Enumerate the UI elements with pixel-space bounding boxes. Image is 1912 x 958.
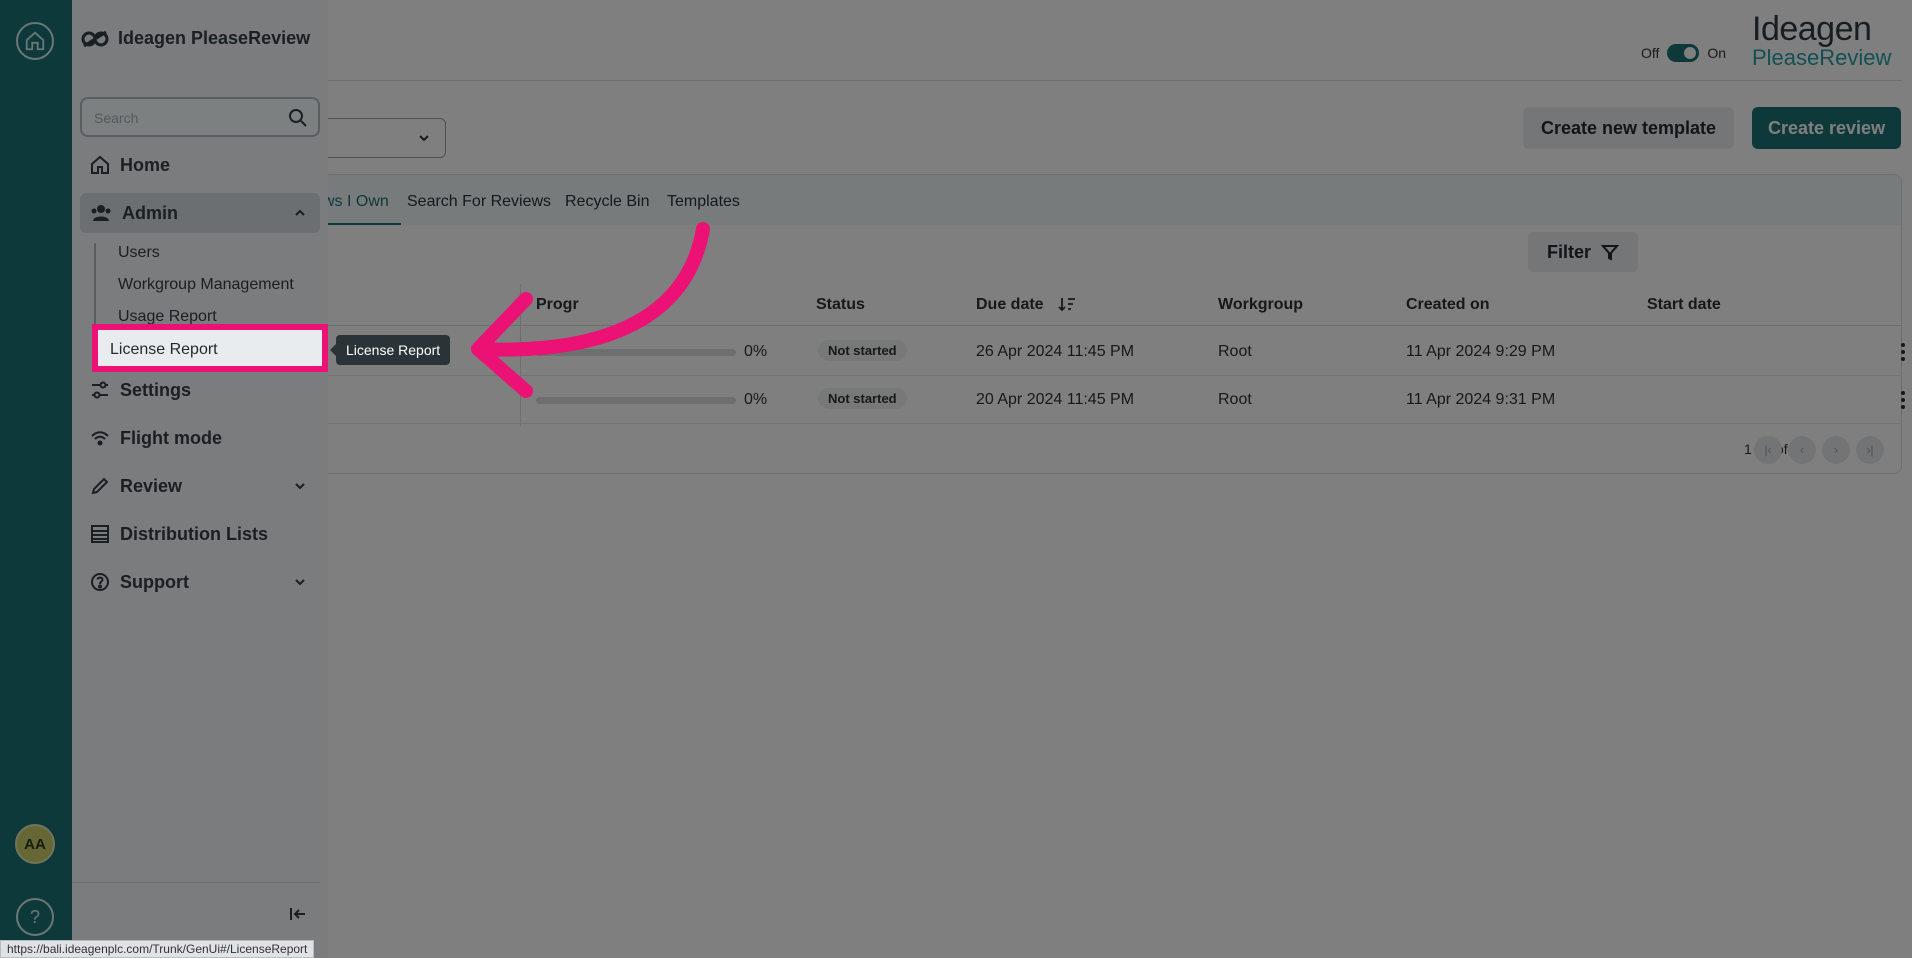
question-circle-icon [91, 573, 109, 591]
menu-item-label: Settings [120, 379, 192, 400]
pencil-icon [91, 477, 109, 495]
menu-item-settings[interactable]: Settings [80, 370, 320, 410]
menu-item-label: Flight mode [120, 427, 222, 448]
brand-name: Ideagen PleaseReview [118, 28, 311, 48]
wifi-icon [91, 431, 109, 446]
menu-item-label: Home [120, 154, 171, 175]
menu-item-home[interactable]: Home [80, 145, 320, 185]
menu-item-flight-mode[interactable]: Flight mode [80, 418, 320, 458]
chevron-down-icon [295, 579, 305, 586]
annotation-arrow-icon [471, 222, 710, 398]
collapse-menu-icon[interactable] [288, 904, 308, 924]
tooltip: License Report [329, 335, 451, 365]
menu-search-input[interactable]: Search [80, 97, 320, 137]
menu-item-label: Review [120, 475, 183, 496]
chevron-down-icon [295, 483, 305, 490]
submenu-item-users[interactable]: Users [118, 244, 160, 262]
brand-logo-icon [81, 30, 109, 47]
menu-brand: Ideagen PleaseReview [80, 28, 310, 49]
browser-status-bar: https://bali.ideagenplc.com/Trunk/GenUi#… [0, 940, 315, 958]
sliders-icon [92, 381, 108, 399]
home-icon [91, 155, 109, 174]
nav-menu: Ideagen PleaseReview Search Home Admin U… [72, 0, 328, 958]
users-icon [91, 205, 111, 221]
chevron-up-icon [295, 209, 305, 216]
menu-item-label: Admin [122, 202, 178, 223]
list-icon [91, 525, 109, 543]
menu-item-label: Support [120, 571, 189, 592]
search-placeholder: Search [94, 110, 139, 126]
search-icon[interactable] [288, 108, 308, 128]
submenu-item-license-report[interactable]: License Report [110, 341, 218, 359]
submenu-item-workgroup-management[interactable]: Workgroup Management [118, 276, 294, 294]
menu-item-distribution-lists[interactable]: Distribution Lists [80, 514, 320, 554]
menu-footer-divider [72, 882, 320, 883]
menu-item-review[interactable]: Review [80, 466, 320, 506]
menu-item-label: Distribution Lists [120, 523, 268, 544]
highlight-license-report[interactable]: License Report [92, 324, 328, 372]
menu-item-admin[interactable]: Admin [80, 193, 320, 233]
menu-item-support[interactable]: Support [80, 562, 320, 602]
